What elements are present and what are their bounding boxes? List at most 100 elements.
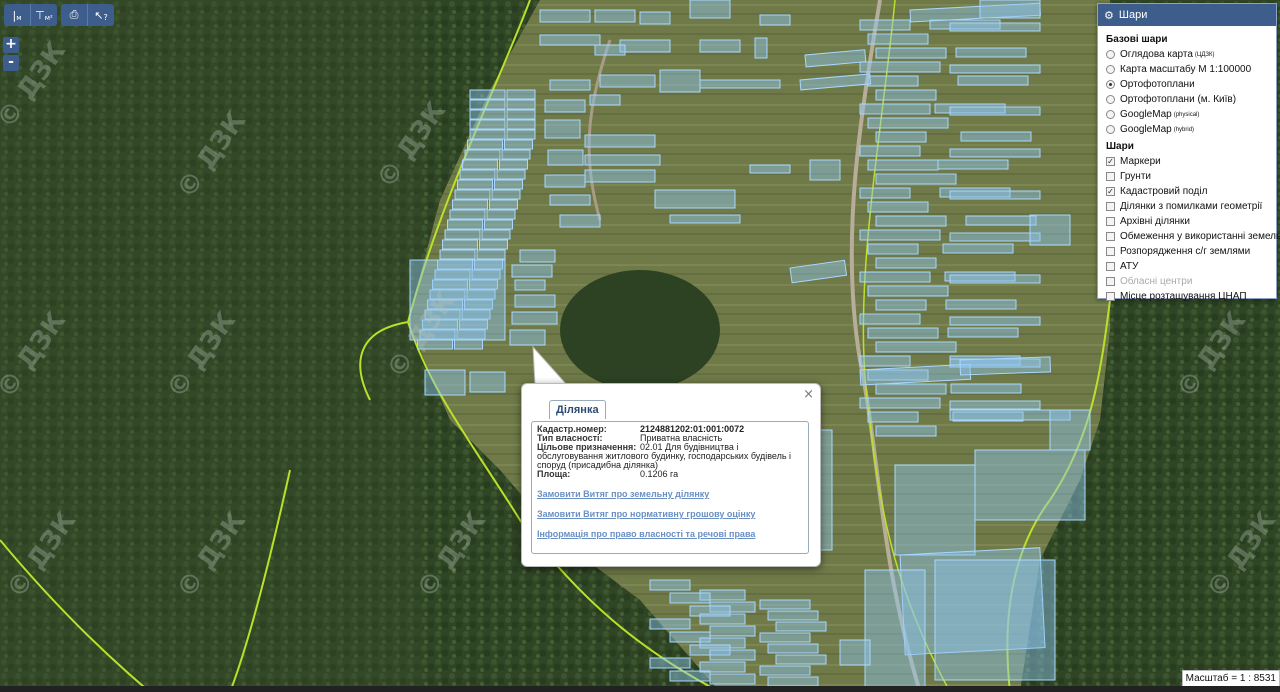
checkbox[interactable] [1106,217,1115,226]
radio-button[interactable] [1106,50,1115,59]
parcel-shape[interactable] [439,249,476,260]
zoom-out-button[interactable]: - [3,55,19,71]
zoom-in-button[interactable]: + [3,37,19,53]
parcel-shape[interactable] [859,19,911,31]
parcel-shape[interactable] [945,299,1017,310]
parcel-shape[interactable] [689,0,731,19]
parcel-shape[interactable] [867,33,929,45]
parcel-shape[interactable] [669,214,741,224]
radio-button[interactable] [1106,95,1115,104]
overlay-layer-option[interactable]: ✓ Кадастровий поділ [1106,184,1268,199]
parcel-shape[interactable] [934,559,1056,681]
orthophoto-map[interactable]: © ДЗК© ДЗК © ДЗК© ДЗК© ДЗК © ДЗК© ДЗК© ДЗК… [0,0,1280,692]
order-valuation-extract-link[interactable]: Замовити Витяг про нормативну грошову оц… [537,510,803,519]
parcel-shape[interactable] [499,159,528,170]
parcel-shape[interactable] [749,164,791,174]
parcel-shape[interactable] [549,194,591,206]
base-layer-option[interactable]: Оглядова карта (ЦДЗК) [1106,47,1268,62]
checkbox[interactable] [1106,172,1115,181]
parcel-shape[interactable] [539,9,591,23]
parcel-shape[interactable] [859,103,931,115]
parcel-shape[interactable] [519,249,556,263]
radio-button[interactable] [1106,110,1115,119]
parcel-shape[interactable] [965,215,1037,226]
parcel-shape[interactable] [867,285,949,297]
base-layer-option[interactable]: Карта масштабу М 1:100000 [1106,62,1268,77]
overlay-layer-option[interactable]: Ділянки з помилками геометрії [1106,199,1268,214]
parcel-shape[interactable] [875,257,937,269]
parcel-shape[interactable] [544,174,586,188]
print-button[interactable]: ⎙ [61,4,88,26]
parcel-shape[interactable] [974,449,1086,521]
base-layer-option[interactable]: GoogleMap (physical) [1106,107,1268,122]
parcel-shape[interactable] [514,279,546,291]
parcel-shape[interactable] [589,94,621,106]
parcel-shape[interactable] [549,79,591,91]
overlay-layer-option[interactable]: ✓ Маркери [1106,154,1268,169]
parcel-shape[interactable] [949,148,1041,158]
parcel-shape[interactable] [979,0,1041,19]
base-layer-option[interactable]: GoogleMap (hybrid) [1106,122,1268,137]
parcel-shape[interactable] [649,657,691,669]
measure-distance-button[interactable]: | м [4,4,31,26]
parcel-shape[interactable] [709,673,756,685]
parcel-shape[interactable] [759,632,811,643]
parcel-shape[interactable] [486,209,516,220]
parcel-shape[interactable] [959,356,1051,376]
parcel-shape[interactable] [957,75,1029,86]
checkbox[interactable] [1106,247,1115,256]
parcel-shape[interactable] [867,243,919,255]
overlay-layer-option[interactable]: Грунти [1106,169,1268,184]
parcel-shape[interactable] [494,179,523,190]
parcel-shape[interactable] [809,159,841,181]
checkbox[interactable] [1106,202,1115,211]
parcel-shape[interactable] [875,47,947,59]
parcel-shape[interactable] [484,219,513,230]
parcel-shape[interactable] [544,99,586,113]
parcel-shape[interactable] [506,129,536,140]
parcel-shape[interactable] [506,99,536,110]
parcel-shape[interactable] [547,149,584,166]
checkbox[interactable] [1106,232,1115,241]
parcel-shape[interactable] [444,229,481,240]
parcel-shape[interactable] [452,199,488,210]
overlay-layer-option[interactable]: АТУ [1106,259,1268,274]
parcel-shape[interactable] [669,592,711,604]
parcel-shape[interactable] [649,579,691,591]
radio-button[interactable] [1106,65,1115,74]
parcel-shape[interactable] [649,618,691,630]
base-layer-option[interactable]: Ортофотоплани (м. Київ) [1106,92,1268,107]
parcel-shape[interactable] [469,119,506,130]
parcel-shape[interactable] [462,159,498,170]
parcel-shape[interactable] [511,264,553,278]
checkbox[interactable]: ✓ [1106,187,1115,196]
parcel-shape[interactable] [467,139,503,150]
tab-parcel[interactable]: Ділянка [549,400,606,419]
parcel-shape[interactable] [619,39,671,53]
parcel-shape[interactable] [859,313,921,325]
parcel-shape[interactable] [454,339,483,350]
parcel-shape[interactable] [759,14,791,26]
parcel-shape[interactable] [875,341,957,353]
radio-button[interactable] [1106,80,1115,89]
parcel-shape[interactable] [699,613,746,625]
parcel-shape[interactable] [949,316,1041,326]
parcel-shape[interactable] [514,294,556,308]
measure-area-button[interactable]: ⊤ м² [31,4,57,26]
parcel-shape[interactable] [875,131,927,143]
overlay-layer-option[interactable]: Місце розташування ЦНАП [1106,289,1268,304]
checkbox[interactable]: ✓ [1106,157,1115,166]
parcel-shape[interactable] [504,139,533,150]
overlay-layer-option[interactable]: Розпорядження с/г землями [1106,244,1268,259]
overlay-layer-option[interactable]: Обмеження у використанні земель [1106,229,1280,244]
parcel-shape[interactable] [479,239,508,250]
checkbox[interactable] [1106,292,1115,301]
parcel-shape[interactable] [469,89,506,100]
parcel-shape[interactable] [867,159,939,171]
checkbox[interactable] [1106,262,1115,271]
parcel-shape[interactable] [506,89,536,100]
parcel-shape[interactable] [864,569,926,691]
parcel-shape[interactable] [506,109,536,120]
parcel-shape[interactable] [859,61,941,73]
parcel-shape[interactable] [1049,409,1091,451]
